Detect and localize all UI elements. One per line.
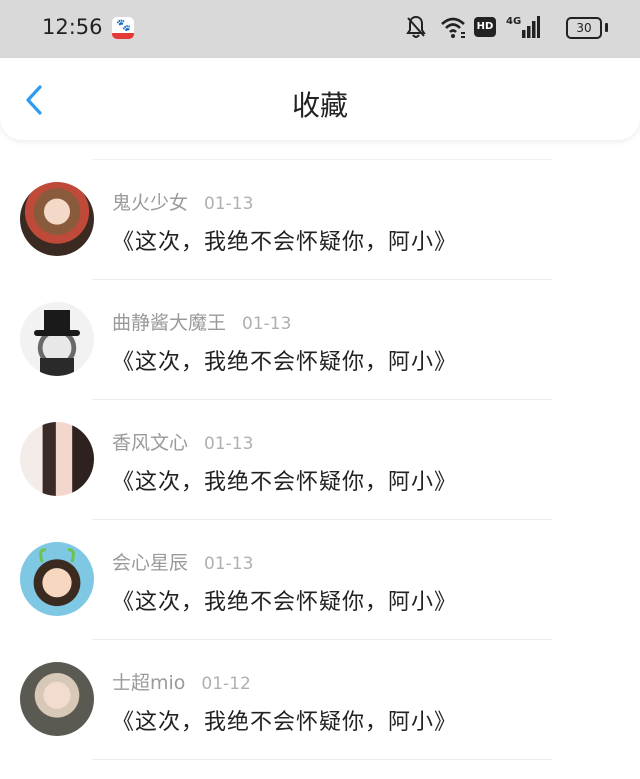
item-content[interactable]: 《这次，我绝不会怀疑你，阿小》 bbox=[112, 224, 457, 256]
item-meta: 鬼火少女 01-13 bbox=[112, 188, 253, 215]
item-content[interactable]: 《这次，我绝不会怀疑你，阿小》 bbox=[112, 584, 457, 616]
girl-photo-avatar[interactable] bbox=[20, 422, 94, 496]
list-item[interactable]: 会心星辰 01-13 《这次，我绝不会怀疑你，阿小》 bbox=[0, 500, 640, 640]
item-content[interactable]: 《这次，我绝不会怀疑你，阿小》 bbox=[112, 704, 457, 736]
divider bbox=[92, 759, 552, 760]
top-hat-avatar[interactable] bbox=[20, 302, 94, 376]
username[interactable]: 香风文心 bbox=[112, 432, 188, 454]
status-bar: 12:56 🐾 HD 4G 30 bbox=[0, 0, 640, 58]
item-meta: 会心星辰 01-13 bbox=[112, 548, 253, 575]
username[interactable]: 鬼火少女 bbox=[112, 192, 188, 214]
item-meta: 曲静酱大魔王 01-13 bbox=[112, 308, 291, 335]
wifi-icon bbox=[440, 14, 466, 40]
list-item[interactable]: 士超mio 01-12 《这次，我绝不会怀疑你，阿小》 bbox=[0, 620, 640, 760]
boy-photo-avatar[interactable] bbox=[20, 662, 94, 736]
list-item[interactable]: 曲静酱大魔王 01-13 《这次，我绝不会怀疑你，阿小》 bbox=[0, 260, 640, 400]
username[interactable]: 会心星辰 bbox=[112, 552, 188, 574]
item-meta: 士超mio 01-12 bbox=[112, 668, 251, 695]
item-date: 01-12 bbox=[201, 674, 251, 694]
baidu-app-icon: 🐾 bbox=[112, 17, 134, 39]
battery-icon: 30 bbox=[566, 17, 602, 39]
list-item[interactable]: 鬼火少女 01-13 《这次，我绝不会怀疑你，阿小》 bbox=[0, 140, 640, 280]
item-date: 01-13 bbox=[204, 194, 254, 214]
bell-muted-icon bbox=[406, 14, 426, 40]
nav-bar: 收藏 bbox=[0, 58, 640, 140]
item-date: 01-13 bbox=[204, 434, 254, 454]
list-item[interactable]: 香风文心 01-13 《这次，我绝不会怀疑你，阿小》 bbox=[0, 380, 640, 520]
child-avatar[interactable] bbox=[20, 542, 94, 616]
status-time: 12:56 bbox=[42, 15, 103, 39]
anime-girl-avatar[interactable] bbox=[20, 182, 94, 256]
item-content[interactable]: 《这次，我绝不会怀疑你，阿小》 bbox=[112, 344, 457, 376]
item-meta: 香风文心 01-13 bbox=[112, 428, 253, 455]
page-title: 收藏 bbox=[291, 89, 348, 122]
hd-icon: HD bbox=[474, 17, 496, 37]
signal-icon: 4G bbox=[506, 14, 540, 40]
item-date: 01-13 bbox=[204, 554, 254, 574]
username[interactable]: 士超mio bbox=[112, 672, 185, 694]
username[interactable]: 曲静酱大魔王 bbox=[112, 312, 226, 334]
item-date: 01-13 bbox=[242, 314, 292, 334]
network-type-label: 4G bbox=[506, 16, 521, 27]
item-content[interactable]: 《这次，我绝不会怀疑你，阿小》 bbox=[112, 464, 457, 496]
battery-tip bbox=[605, 23, 608, 32]
